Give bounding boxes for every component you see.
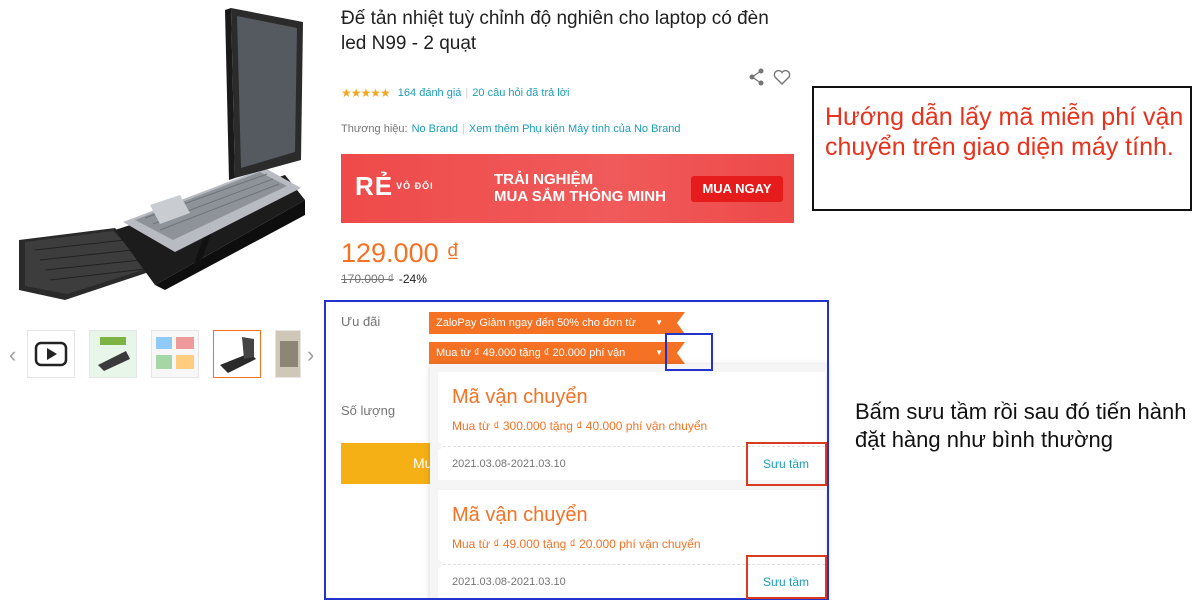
instruction-note: Bấm sưu tầm rồi sau đó tiến hành đặt hàn… (855, 399, 1187, 452)
thumbnail-image[interactable] (151, 330, 199, 378)
original-price: 170.000 ₫ (341, 272, 394, 286)
annotation-red-collect-highlight (746, 442, 827, 486)
product-price: 129.000 ₫ (341, 238, 460, 268)
banner-logo: RẺ VÔ ĐỐI (355, 171, 434, 202)
divider: | (462, 123, 465, 135)
page: ‹ › Đế tản nhiệt tuỳ chỉnh độ nghiên cho… (0, 0, 1200, 600)
brand-more-link[interactable]: Xem thêm Phụ kiện Máy tính của No Brand (469, 123, 681, 135)
annotation-red-collect-highlight (746, 555, 827, 599)
brand-link[interactable]: No Brand (412, 123, 458, 135)
laptop-stand-illustration (19, 8, 305, 300)
rating-stars-icon: ★★★★★ (341, 86, 391, 100)
chevron-right-icon[interactable]: › (307, 344, 314, 366)
instruction-callout: Hướng dẫn lấy mã miễn phí vận chuyển trê… (812, 86, 1192, 211)
annotation-blue-caret-highlight (665, 333, 713, 371)
banner-buy-button[interactable]: MUA NGAY (691, 176, 783, 202)
thumbnail-picture (214, 331, 260, 377)
banner-text: TRẢI NGHIỆM MUA SẮM THÔNG MINH (494, 171, 666, 205)
share-like-group (748, 68, 794, 88)
divider: | (465, 87, 469, 99)
brand-label: Thương hiệu: (341, 123, 408, 135)
play-video-icon (34, 341, 68, 367)
questions-link[interactable]: 20 câu hỏi đã trả lời (472, 87, 569, 99)
share-icon[interactable] (749, 68, 764, 86)
thumbnail-strip: ‹ › (5, 322, 323, 384)
callout-text: Hướng dẫn lấy mã miễn phí vận chuyển trê… (825, 103, 1184, 161)
thumbnail-image-active[interactable] (213, 330, 261, 378)
banner-line-1: TRẢI NGHIỆM (494, 171, 594, 188)
brand-row: Thương hiệu: No Brand | Xem thêm Phụ kiệ… (341, 123, 680, 135)
rating-row: ★★★★★ 164 đánh giá | 20 câu hỏi đã trả l… (341, 85, 569, 101)
product-main-image[interactable] (5, 0, 320, 315)
rating-count-link[interactable]: 164 đánh giá (398, 87, 462, 99)
price-original-row: 170.000 ₫ -24% (341, 272, 427, 286)
banner-line-2: MUA SẮM THÔNG MINH (494, 188, 666, 205)
banner-logo-text: RẺ (355, 171, 394, 201)
banner-logo-sub: VÔ ĐỐI (396, 181, 434, 191)
discount-badge: -24% (398, 272, 427, 286)
thumbnail-picture (276, 331, 300, 377)
thumbnail-image[interactable] (275, 330, 301, 378)
promo-banner[interactable]: RẺ VÔ ĐỐI TRẢI NGHIỆM MUA SẮM THÔNG MINH … (341, 154, 794, 223)
thumbnail-picture (90, 331, 136, 377)
product-title: Đế tản nhiệt tuỳ chỉnh độ nghiên cho lap… (341, 8, 769, 54)
thumbnail-picture (152, 331, 198, 377)
thumbnail-video[interactable] (27, 330, 75, 378)
thumbnail-image[interactable] (89, 330, 137, 378)
heart-icon[interactable] (773, 69, 791, 85)
chevron-left-icon[interactable]: ‹ (9, 344, 16, 366)
